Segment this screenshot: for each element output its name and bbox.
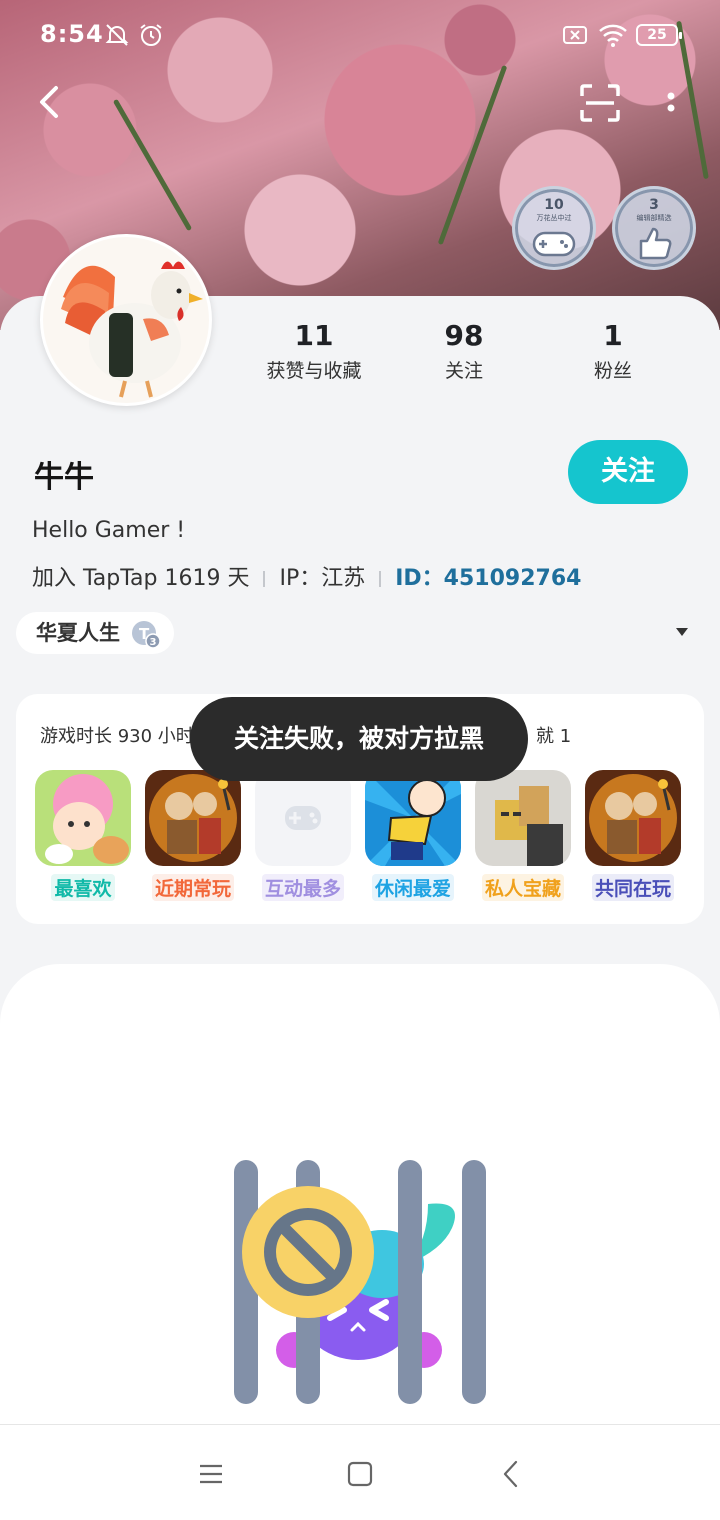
battery-indicator: 25: [636, 24, 682, 46]
game-icon: [475, 770, 571, 866]
username: 牛牛: [34, 460, 94, 495]
stat-followers[interactable]: 1 粉丝: [543, 318, 683, 383]
avatar-image: [43, 237, 209, 403]
alarm-icon: [140, 24, 162, 46]
user-id[interactable]: ID：451092764: [395, 566, 581, 591]
achievement-summary: 就 1: [536, 726, 572, 747]
game-icon: [365, 770, 461, 866]
game-label: 近期常玩: [151, 874, 234, 901]
bell-off-icon: [105, 24, 129, 46]
home-icon[interactable]: [345, 1459, 375, 1489]
level-badge-icon: T 3: [132, 621, 160, 649]
game-icon: [35, 770, 131, 866]
game-label: 最喜欢: [51, 874, 115, 901]
flower-stem: [437, 64, 508, 246]
title-chip[interactable]: 华夏人生 T 3: [16, 612, 174, 654]
system-navigation-bar: [0, 1424, 720, 1520]
avatar[interactable]: [40, 234, 212, 406]
divider: [263, 571, 266, 587]
game-label: 互动最多: [261, 874, 344, 901]
game-label: 共同在玩: [591, 874, 674, 901]
menu-icon[interactable]: [196, 1459, 226, 1489]
playtime-summary: 游戏时长 930 小时: [40, 726, 194, 747]
game-card-recent[interactable]: 近期常玩: [145, 770, 241, 901]
game-card-together[interactable]: 共同在玩: [585, 770, 681, 901]
gamepad-icon: [285, 806, 321, 830]
game-label: 私人宝藏: [481, 874, 564, 901]
blocked-illustration: [234, 1160, 486, 1404]
more-icon[interactable]: [658, 88, 684, 122]
title-chip-label: 华夏人生: [36, 621, 120, 645]
nav-back-icon[interactable]: [496, 1459, 526, 1489]
svg-text:3: 3: [150, 637, 157, 648]
sim-off-icon: [563, 26, 587, 44]
wifi-icon: [599, 24, 627, 47]
game-icon: [585, 770, 681, 866]
achievement-badge[interactable]: 3 编辑部精选: [612, 186, 696, 270]
blocked-content-sheet: [0, 964, 720, 1424]
follow-button[interactable]: 关注: [568, 440, 688, 504]
stat-following[interactable]: 98 关注: [394, 318, 534, 383]
scan-icon[interactable]: [580, 84, 620, 122]
achievement-badge[interactable]: 10 万花丛中过: [512, 186, 596, 270]
game-icon: [145, 770, 241, 866]
flower-stem: [112, 98, 193, 232]
stat-likes[interactable]: 11 获赞与收藏: [244, 318, 384, 383]
chevron-down-icon[interactable]: [676, 628, 688, 636]
thumbs-up-icon: [639, 227, 672, 260]
game-card-interactive[interactable]: 互动最多: [255, 770, 351, 901]
game-card-casual[interactable]: 休闲最爱: [365, 770, 461, 901]
gamepad-icon: [532, 231, 576, 257]
game-icon: [255, 770, 351, 866]
game-label: 休闲最爱: [371, 874, 454, 901]
profile-meta: 加入 TapTap 1619 天 IP：江苏 ID：451092764: [32, 560, 581, 592]
game-card-favorite[interactable]: 最喜欢: [35, 770, 131, 901]
divider: [379, 571, 382, 587]
status-bar: 8:54 25: [0, 0, 720, 70]
bio-text: Hello Gamer !: [32, 518, 186, 543]
status-time: 8:54: [40, 20, 104, 48]
join-days: 加入 TapTap 1619 天: [32, 566, 250, 591]
ip-location: IP：江苏: [279, 566, 366, 591]
toast-message: 关注失败，被对方拉黑: [190, 697, 528, 781]
game-card-treasure[interactable]: 私人宝藏: [475, 770, 571, 901]
back-icon[interactable]: [30, 82, 70, 122]
